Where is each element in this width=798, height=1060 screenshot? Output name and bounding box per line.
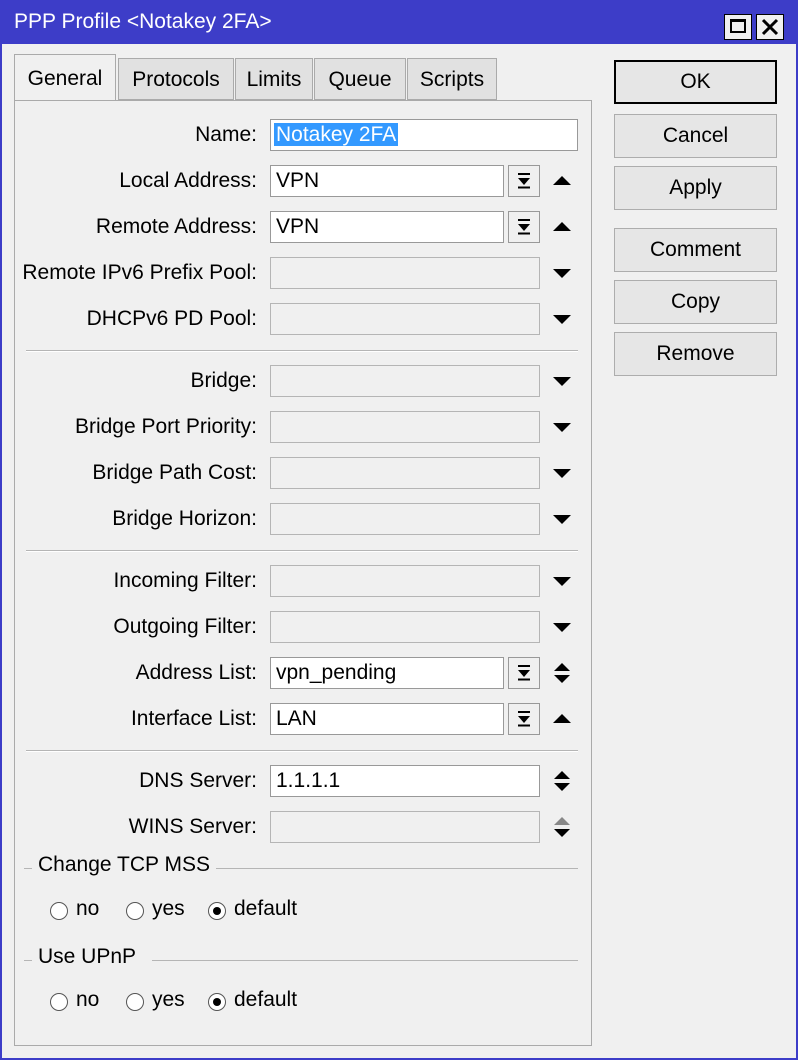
expand-down-icon[interactable] [550, 461, 574, 485]
name-label: Name: [195, 123, 257, 146]
tcp-mss-no-radio[interactable] [50, 902, 68, 920]
local-address-dropdown-icon[interactable] [508, 165, 540, 197]
collapse-up-icon[interactable] [550, 169, 574, 193]
up-down-icon[interactable] [550, 661, 574, 685]
bridge-port-priority-label: Bridge Port Priority: [74, 415, 257, 438]
tab-limits[interactable]: Limits [235, 58, 313, 100]
maximize-icon[interactable] [724, 14, 752, 40]
use-upnp-title: Use UPnP [38, 945, 143, 969]
address-list-label: Address List: [135, 661, 257, 684]
expand-down-icon[interactable] [550, 569, 574, 593]
upnp-no-label: no [76, 988, 100, 1011]
address-list-field[interactable]: vpn_pending [270, 657, 504, 689]
remote-ipv6-prefix-pool-label: Remote IPv6 Prefix Pool: [22, 261, 257, 284]
window-title: PPP Profile <Notakey 2FA> [14, 10, 272, 33]
bridge-field[interactable] [270, 365, 540, 397]
separator [26, 550, 578, 552]
remote-ipv6-prefix-pool-field[interactable] [270, 257, 540, 289]
tab-protocols[interactable]: Protocols [118, 58, 234, 100]
name-field[interactable]: Notakey 2FA [270, 119, 578, 151]
tcp-mss-yes-radio[interactable] [126, 902, 144, 920]
title-bar[interactable]: PPP Profile <Notakey 2FA> [2, 0, 796, 44]
expand-down-icon[interactable] [550, 507, 574, 531]
bridge-path-cost-field[interactable] [270, 457, 540, 489]
expand-down-icon[interactable] [550, 369, 574, 393]
collapse-up-icon[interactable] [550, 707, 574, 731]
tcp-mss-default-radio[interactable] [208, 902, 226, 920]
ok-button[interactable]: OK [614, 60, 777, 104]
interface-list-label: Interface List: [130, 707, 257, 730]
outgoing-filter-label: Outgoing Filter: [113, 615, 257, 638]
group-border [152, 960, 578, 961]
dns-server-label: DNS Server: [139, 769, 257, 792]
incoming-filter-field[interactable] [270, 565, 540, 597]
group-border [24, 868, 32, 869]
interface-list-field[interactable]: LAN [270, 703, 504, 735]
expand-down-icon[interactable] [550, 261, 574, 285]
cancel-button[interactable]: Cancel [614, 114, 777, 158]
incoming-filter-label: Incoming Filter: [113, 569, 257, 592]
expand-down-icon[interactable] [550, 415, 574, 439]
group-border [24, 960, 32, 961]
collapse-up-icon[interactable] [550, 215, 574, 239]
tab-queue[interactable]: Queue [314, 58, 406, 100]
comment-button[interactable]: Comment [614, 228, 777, 272]
remote-address-dropdown-icon[interactable] [508, 211, 540, 243]
wins-server-label: WINS Server: [128, 815, 257, 838]
bridge-port-priority-field[interactable] [270, 411, 540, 443]
tcp-mss-default-label: default [234, 897, 298, 920]
dns-server-field[interactable]: 1.1.1.1 [270, 765, 540, 797]
group-border [212, 868, 578, 869]
dhcpv6-pd-pool-field[interactable] [270, 303, 540, 335]
local-address-label: Local Address: [119, 169, 257, 192]
up-down-icon[interactable] [550, 769, 574, 793]
bridge-label: Bridge: [190, 369, 257, 392]
tab-scripts[interactable]: Scripts [407, 58, 497, 100]
wins-server-field[interactable] [270, 811, 540, 843]
copy-button[interactable]: Copy [614, 280, 777, 324]
address-list-dropdown-icon[interactable] [508, 657, 540, 689]
expand-down-icon[interactable] [550, 615, 574, 639]
bridge-horizon-label: Bridge Horizon: [112, 507, 257, 530]
upnp-default-label: default [234, 988, 298, 1011]
close-icon[interactable] [756, 14, 784, 40]
remote-address-field[interactable]: VPN [270, 211, 504, 243]
upnp-no-radio[interactable] [50, 993, 68, 1011]
outgoing-filter-field[interactable] [270, 611, 540, 643]
upnp-default-radio[interactable] [208, 993, 226, 1011]
name-value: Notakey 2FA [274, 123, 399, 146]
tcp-mss-no-label: no [76, 897, 100, 920]
ppp-profile-window: PPP Profile <Notakey 2FA> General Protoc… [0, 0, 798, 1060]
separator [26, 350, 578, 352]
upnp-yes-label: yes [152, 988, 185, 1011]
tcp-mss-yes-label: yes [152, 897, 185, 920]
upnp-yes-radio[interactable] [126, 993, 144, 1011]
expand-down-icon[interactable] [550, 307, 574, 331]
dhcpv6-pd-pool-label: DHCPv6 PD Pool: [86, 307, 257, 330]
separator [26, 750, 578, 752]
local-address-field[interactable]: VPN [270, 165, 504, 197]
apply-button[interactable]: Apply [614, 166, 777, 210]
remove-button[interactable]: Remove [614, 332, 777, 376]
bridge-path-cost-label: Bridge Path Cost: [92, 461, 257, 484]
tab-general[interactable]: General [14, 54, 116, 100]
remote-address-label: Remote Address: [95, 215, 257, 238]
change-tcp-mss-title: Change TCP MSS [38, 853, 216, 877]
bridge-horizon-field[interactable] [270, 503, 540, 535]
interface-list-dropdown-icon[interactable] [508, 703, 540, 735]
up-down-icon[interactable] [550, 815, 574, 839]
